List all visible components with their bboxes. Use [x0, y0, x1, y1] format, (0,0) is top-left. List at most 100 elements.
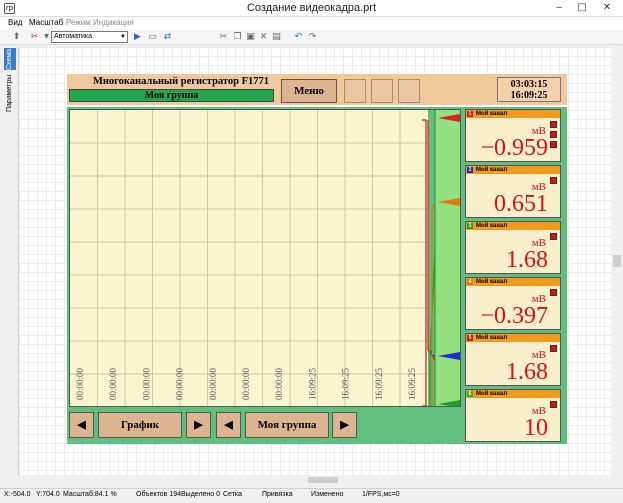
vertical-scroll-thumb[interactable] — [613, 255, 621, 267]
channel-name: Мой канал — [476, 111, 508, 117]
recorder-frame[interactable]: Многоканальный регистратор F1771 Моя гру… — [67, 74, 567, 444]
channel-value: 0.651 — [494, 191, 548, 217]
toolbar: ⬆ ✂ ▼ Автоматика ▼ ▶ ▭ ⇄ ✂ ❐ ▣ ✕ ▤ ↶ ↷ — [0, 30, 623, 45]
copy-icon[interactable]: ❐ — [231, 31, 244, 43]
alarm-indicator — [550, 289, 557, 296]
menu-scale[interactable]: Масштаб — [29, 18, 63, 27]
group-name: Моя группа — [69, 89, 274, 102]
channel-number: 4 — [467, 279, 473, 285]
channel-panel[interactable]: 4 Мой канал мВ −0.397 — [465, 277, 561, 330]
channel-value: 1.68 — [506, 247, 548, 273]
channel-panel[interactable]: 1 Мой канал мВ −0.959 — [465, 109, 561, 162]
menu-indication[interactable]: Индикация — [93, 18, 134, 27]
swap-icon[interactable]: ⇄ — [161, 31, 174, 43]
status-scale: Масштаб:84.1 % — [63, 491, 117, 498]
alarm-indicator — [550, 131, 557, 138]
channel-number: 2 — [467, 167, 473, 173]
channel-header: 2 Мой канал — [466, 166, 560, 174]
alarm-indicator — [550, 345, 557, 352]
redo-icon[interactable]: ↷ — [306, 31, 319, 43]
channel-name: Мой канал — [476, 279, 508, 285]
channel-name: Мой канал — [476, 223, 508, 229]
channel-header: 3 Мой канал — [466, 222, 560, 230]
alarm-indicator — [550, 401, 557, 408]
x-tick-label: 00:00:00 — [274, 367, 284, 400]
paste-special-icon[interactable]: ▤ — [270, 31, 283, 43]
alarm-indicator — [550, 141, 557, 148]
channel-value: −0.959 — [480, 135, 548, 161]
menu-mode[interactable]: Режим — [66, 18, 91, 27]
plot-background — [70, 110, 428, 406]
channel-header: 5 Мой канал — [466, 334, 560, 342]
paste-icon[interactable]: ▣ — [244, 31, 257, 43]
tab-scheme[interactable]: Схема — [4, 48, 16, 70]
clock-time-2: 16:09:25 — [510, 90, 548, 101]
channel-value: 1.68 — [506, 359, 548, 385]
horizontal-scrollbar[interactable] — [18, 475, 611, 485]
up-arrow-icon[interactable]: ⬆ — [10, 31, 23, 43]
undo-icon[interactable]: ↶ — [292, 31, 305, 43]
next-graph-button[interactable]: ▶ — [186, 412, 211, 438]
channel-panel[interactable]: 6 Мой канал мВ 10 — [465, 389, 561, 442]
x-tick-label: 00:00:00 — [75, 367, 85, 400]
channel-header: 4 Мой канал — [466, 278, 560, 286]
mode-select-value: Автоматика — [54, 33, 93, 40]
status-changed: Изменено — [311, 491, 344, 498]
status-bar: X:-504.0 Y:704.0 Масштаб:84.1 % Объектов… — [0, 488, 623, 503]
x-tick-label: 16:09:25 — [307, 367, 317, 400]
mode-select[interactable]: Автоматика ▼ — [51, 31, 128, 43]
channel-panel[interactable]: 2 Мой канал мВ 0.651 — [465, 165, 561, 218]
clock: 03:03:15 16:09:25 — [497, 77, 561, 102]
channel-name: Мой канал — [476, 167, 508, 173]
status-snap: Привязка — [262, 491, 293, 498]
channel-header: 1 Мой канал — [466, 110, 560, 118]
x-tick-label: 00:00:00 — [241, 367, 251, 400]
channel-number: 5 — [467, 335, 473, 341]
play-icon[interactable]: ▶ — [131, 31, 144, 43]
channel-number: 6 — [467, 391, 473, 397]
maximize-button[interactable]: □ — [571, 1, 593, 15]
delete-icon[interactable]: ✕ — [257, 31, 270, 43]
channel-panel[interactable]: 5 Мой канал мВ 1.68 — [465, 333, 561, 386]
title-bar: rp Создание видеокадра.prt ‒ □ ✕ — [0, 0, 623, 17]
window-title: Создание видеокадра.prt — [246, 2, 377, 14]
cut-icon[interactable]: ✂ — [217, 31, 230, 43]
recorder-body: 00:00:00 00:00:00 00:00:00 00:00:00 00:00:00… — [67, 107, 567, 444]
menu-bar: Вид Масштаб Режим Индикация — [0, 17, 623, 30]
alarm-indicator — [550, 177, 557, 184]
vertical-scrollbar[interactable] — [611, 47, 623, 483]
tab-parameters[interactable]: Параметры — [4, 72, 16, 114]
next-group-button[interactable]: ▶ — [332, 412, 357, 438]
status-objects: Объектов 194 — [136, 491, 181, 498]
window-icon[interactable]: ▭ — [146, 31, 159, 43]
graph-button[interactable]: График — [98, 412, 182, 438]
channel-value: 10 — [524, 415, 548, 441]
menu-button[interactable]: Меню — [281, 79, 337, 103]
x-tick-label: 16:09:25 — [407, 367, 417, 400]
close-button[interactable]: ✕ — [596, 1, 618, 15]
horizontal-scroll-thumb[interactable] — [308, 477, 338, 483]
channel-name: Мой канал — [476, 335, 508, 341]
channel-number: 3 — [467, 223, 473, 229]
channel-panel[interactable]: 3 Мой канал мВ 1.68 — [465, 221, 561, 274]
minimize-button[interactable]: ‒ — [548, 1, 570, 15]
blank-button-1[interactable] — [344, 79, 366, 103]
scale-strip — [435, 110, 460, 406]
x-tick-label: 00:00:00 — [141, 367, 151, 400]
channel-value: −0.397 — [480, 303, 548, 329]
prev-group-button[interactable]: ◀ — [216, 412, 241, 438]
recorder-title: Многоканальный регистратор F1771 — [92, 76, 270, 87]
menu-view[interactable]: Вид — [8, 18, 22, 27]
group-button[interactable]: Моя группа — [245, 412, 329, 438]
trend-svg: 00:00:00 00:00:00 00:00:00 00:00:00 00:00:00… — [70, 110, 460, 406]
blank-button-2[interactable] — [371, 79, 393, 103]
recorder-header: Многоканальный регистратор F1771 Моя гру… — [67, 74, 567, 105]
prev-graph-button[interactable]: ◀ — [69, 412, 94, 438]
status-selected: Выделено 0 — [181, 491, 221, 498]
status-y: Y:704.0 — [36, 491, 60, 498]
channel-number: 1 — [467, 111, 473, 117]
channel-header: 6 Мой канал — [466, 390, 560, 398]
blank-button-3[interactable] — [398, 79, 420, 103]
x-tick-label: 16:09:25 — [374, 367, 384, 400]
x-tick-label: 00:00:00 — [208, 367, 218, 400]
